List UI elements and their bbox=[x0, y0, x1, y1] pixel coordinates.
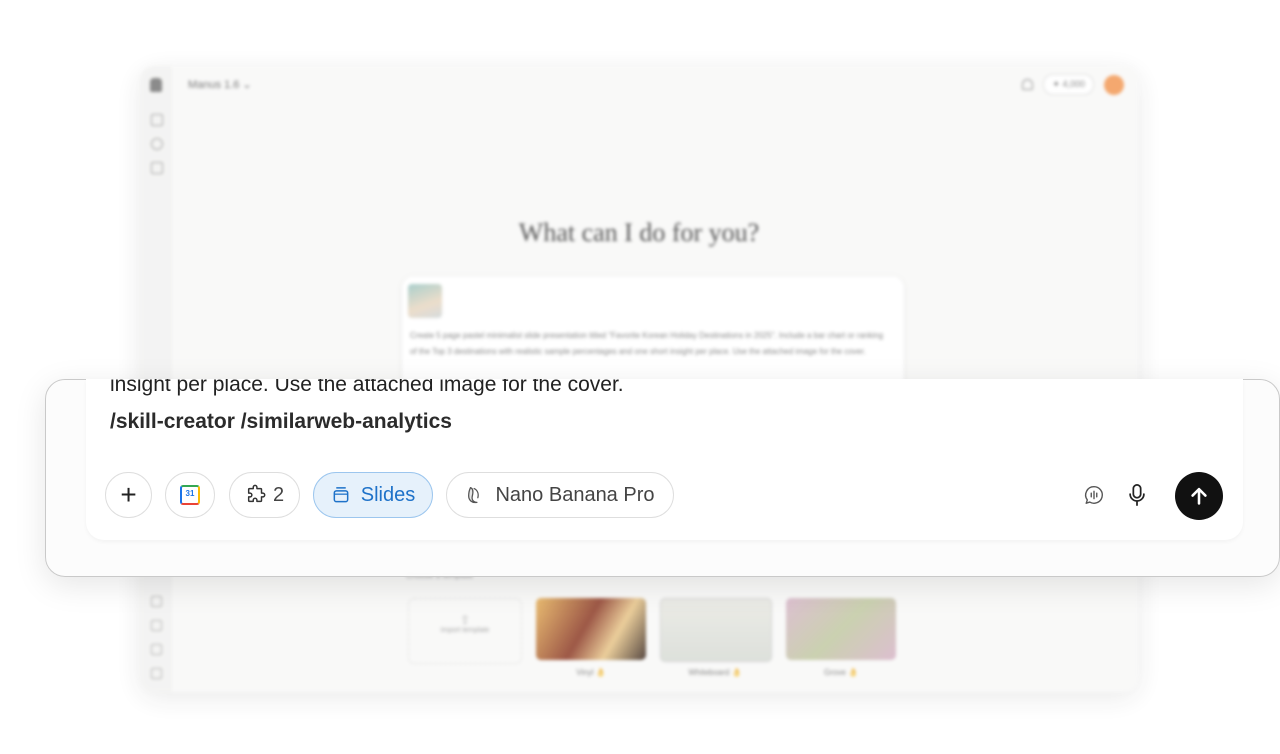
sidebar-bottom-icon-1[interactable] bbox=[151, 596, 162, 607]
slides-icon bbox=[333, 487, 349, 503]
search-icon[interactable] bbox=[151, 138, 163, 150]
google-calendar-icon: 31 bbox=[180, 485, 200, 505]
prompt-card[interactable]: Create 5 page pastel minimalist slide pr… bbox=[402, 276, 904, 396]
voice-chat-icon[interactable] bbox=[1083, 484, 1105, 506]
sidebar-bottom-icon-3[interactable] bbox=[151, 644, 162, 655]
template-label: Grove 👌 bbox=[824, 668, 858, 677]
image-model-label: Nano Banana Pro bbox=[495, 483, 655, 506]
banana-icon bbox=[468, 487, 480, 504]
sidebar-bottom-icon-4[interactable] bbox=[151, 668, 162, 679]
upload-icon: ⇪ bbox=[459, 613, 471, 627]
template-label: Whiteboard 👌 bbox=[688, 668, 742, 677]
page-title: What can I do for you? bbox=[518, 218, 760, 247]
new-task-icon[interactable] bbox=[151, 114, 163, 126]
skills-count: 2 bbox=[272, 483, 285, 506]
add-attachment-button[interactable]: + bbox=[105, 472, 152, 518]
puzzle-icon bbox=[247, 484, 266, 503]
arrow-up-icon bbox=[1191, 487, 1207, 505]
prompt-preview: Create 5 page pastel minimalist slide pr… bbox=[410, 331, 884, 356]
image-model-chip[interactable]: Nano Banana Pro bbox=[446, 472, 674, 518]
bell-icon[interactable] bbox=[1022, 79, 1034, 90]
library-icon[interactable] bbox=[151, 162, 163, 174]
slides-label: Slides bbox=[360, 483, 416, 506]
slides-mode-chip[interactable]: Slides bbox=[313, 472, 433, 518]
microphone-icon[interactable] bbox=[1126, 483, 1148, 507]
credits-badge[interactable]: ✦ 4,000 bbox=[1043, 74, 1094, 95]
plus-icon: + bbox=[120, 479, 137, 510]
chat-composer[interactable]: insight per place. Use the attached imag… bbox=[86, 379, 1243, 540]
template-thumbnail-whiteboard[interactable] bbox=[660, 598, 772, 662]
template-thumbnail-grove[interactable] bbox=[786, 598, 896, 660]
attached-image-thumbnail[interactable] bbox=[408, 284, 442, 318]
composer-toolbar: + 31 2 Slides Nano Banana Pro bbox=[105, 472, 1223, 520]
import-template-button[interactable]: ⇪ Import template bbox=[408, 598, 522, 664]
sidebar-bottom-icon-2[interactable] bbox=[151, 620, 162, 631]
template-thumbnail-vinyl[interactable] bbox=[536, 598, 646, 660]
composer-text-line[interactable]: insight per place. Use the attached imag… bbox=[110, 379, 624, 397]
send-button[interactable] bbox=[1175, 472, 1223, 520]
avatar[interactable] bbox=[1104, 74, 1124, 95]
skill-commands[interactable]: /skill-creator /similarweb-analytics bbox=[110, 410, 452, 434]
google-calendar-connector-button[interactable]: 31 bbox=[165, 472, 215, 518]
template-label: Vinyl 👌 bbox=[576, 668, 606, 677]
manus-logo-icon bbox=[150, 78, 162, 92]
skills-button[interactable]: 2 bbox=[229, 472, 300, 518]
model-selector[interactable]: Manus 1.6 ⌄ bbox=[188, 78, 252, 91]
